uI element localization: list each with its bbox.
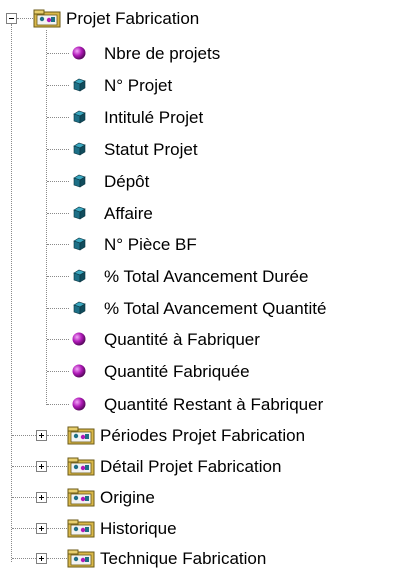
- tree-node-label: Historique: [100, 519, 177, 538]
- measure-sphere-icon: [72, 397, 86, 411]
- tree-node-class[interactable]: Historique: [100, 516, 177, 542]
- tree-node-label: Technique Fabrication: [100, 549, 267, 568]
- tree-node-label: N° Pièce BF: [104, 235, 197, 254]
- tree-node-class[interactable]: Périodes Projet Fabrication: [100, 423, 305, 449]
- class-folder-icon: [67, 426, 95, 445]
- expand-toggle[interactable]: [36, 553, 47, 564]
- tree-node-measure[interactable]: Nbre de projets: [104, 41, 220, 67]
- dimension-cube-icon: [73, 110, 86, 124]
- tree-node-class[interactable]: Technique Fabrication: [100, 546, 266, 572]
- expand-toggle[interactable]: [36, 523, 47, 534]
- tree-node-label: Intitulé Projet: [104, 108, 204, 127]
- tree-node-label: % Total Avancement Quantité: [104, 299, 327, 318]
- tree-node-dimension[interactable]: Affaire: [104, 201, 153, 227]
- tree-node-class[interactable]: Origine: [100, 485, 155, 511]
- tree-node-label: Dépôt: [104, 172, 150, 191]
- tree-node-label: N° Projet: [104, 76, 173, 95]
- class-folder-icon: [67, 549, 95, 568]
- tree-node-label: Affaire: [104, 204, 153, 223]
- tree-node-label: % Total Avancement Durée: [104, 267, 309, 286]
- tree-node-dimension[interactable]: % Total Avancement Durée: [104, 264, 308, 290]
- measure-sphere-icon: [72, 364, 86, 378]
- expand-toggle[interactable]: [36, 430, 47, 441]
- tree-node-dimension[interactable]: Statut Projet: [104, 137, 198, 163]
- class-folder-icon: [33, 9, 61, 28]
- measure-sphere-icon: [72, 46, 86, 60]
- collapse-toggle-root[interactable]: [6, 13, 17, 24]
- class-folder-icon: [67, 488, 95, 507]
- tree-node-root[interactable]: Projet Fabrication: [66, 6, 199, 32]
- dimension-cube-icon: [73, 269, 86, 283]
- tree-node-class[interactable]: Détail Projet Fabrication: [100, 454, 281, 480]
- tree-node-label: Statut Projet: [104, 140, 198, 159]
- tree-node-label: Détail Projet Fabrication: [100, 457, 282, 476]
- tree-node-dimension[interactable]: Intitulé Projet: [104, 105, 203, 131]
- tree-node-label: Quantité Restant à Fabriquer: [104, 395, 324, 414]
- expand-toggle[interactable]: [36, 461, 47, 472]
- tree-node-label: Quantité Fabriquée: [104, 362, 250, 381]
- tree-node-label: Périodes Projet Fabrication: [100, 426, 306, 445]
- tree-node-measure[interactable]: Quantité à Fabriquer: [104, 327, 260, 353]
- class-folder-icon: [67, 519, 95, 538]
- tree-node-label: Projet Fabrication: [66, 9, 200, 28]
- tree-node-label: Quantité à Fabriquer: [104, 330, 260, 349]
- class-folder-icon: [67, 457, 95, 476]
- tree-node-label: Nbre de projets: [104, 44, 221, 63]
- tree-node-dimension[interactable]: N° Pièce BF: [104, 232, 197, 258]
- dimension-cube-icon: [73, 142, 86, 156]
- tree-node-label: Origine: [100, 488, 155, 507]
- dimension-cube-icon: [73, 174, 86, 188]
- tree-node-measure[interactable]: Quantité Restant à Fabriquer: [104, 392, 323, 418]
- tree-node-dimension[interactable]: N° Projet: [104, 73, 172, 99]
- expand-toggle[interactable]: [36, 492, 47, 503]
- universe-tree: Projet Fabrication Nbre de projets N° Pr…: [0, 0, 396, 572]
- dimension-cube-icon: [73, 237, 86, 251]
- dimension-cube-icon: [73, 206, 86, 220]
- tree-node-dimension[interactable]: % Total Avancement Quantité: [104, 296, 326, 322]
- tree-node-measure[interactable]: Quantité Fabriquée: [104, 359, 250, 385]
- dimension-cube-icon: [73, 78, 86, 92]
- tree-node-dimension[interactable]: Dépôt: [104, 169, 149, 195]
- measure-sphere-icon: [72, 332, 86, 346]
- dimension-cube-icon: [73, 301, 86, 315]
